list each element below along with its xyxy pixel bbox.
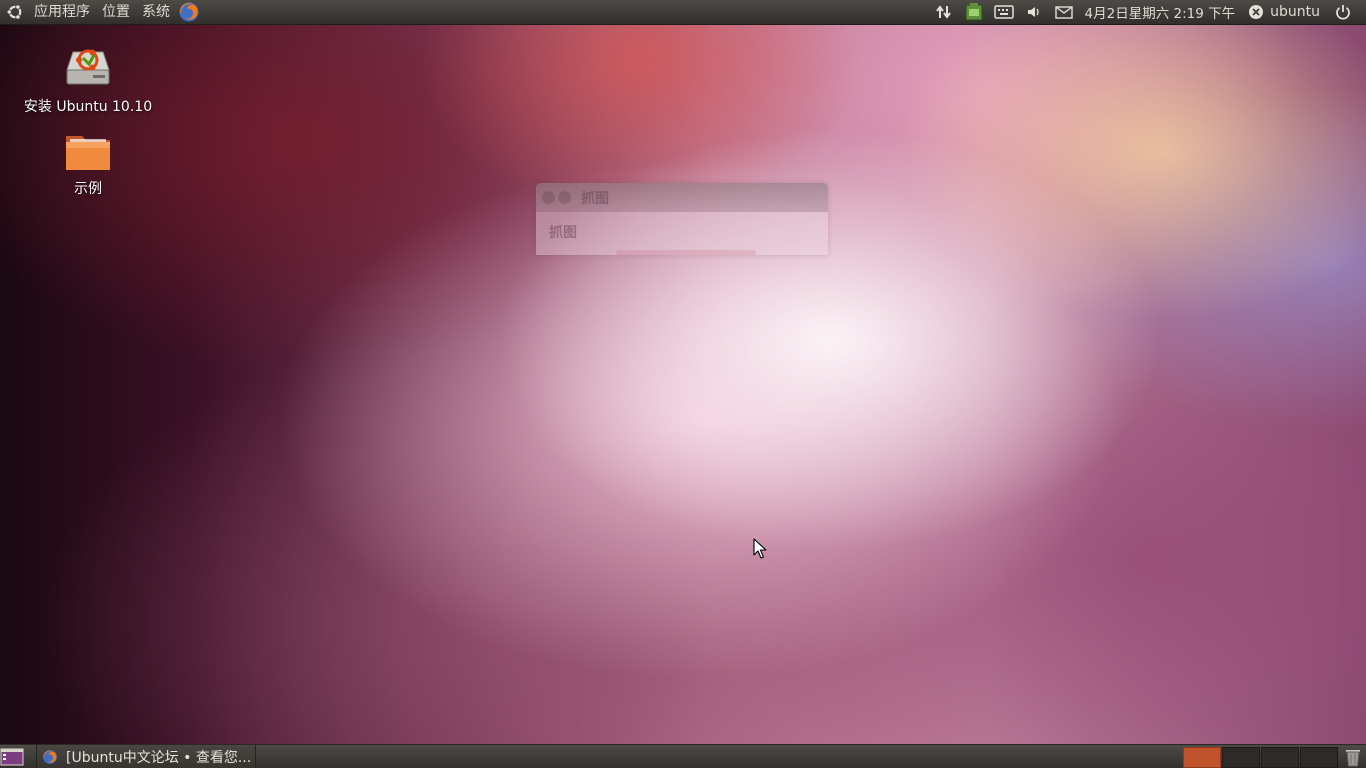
- desktop-icon-examples[interactable]: 示例: [18, 130, 158, 198]
- minimize-icon[interactable]: [558, 191, 571, 204]
- window-title: 抓图: [581, 190, 609, 207]
- workspace-switcher: [1183, 747, 1339, 768]
- desktop-background: 应用程序 位置 系统 4月2日星期六 2:19 下午 ubuntu 安装 Ubu…: [0, 0, 1366, 768]
- workspace-3[interactable]: [1261, 747, 1299, 768]
- desktop-icon-label: 安装 Ubuntu 10.10: [23, 99, 153, 115]
- faded-text-line: [616, 250, 756, 255]
- taskbar-item-label: [Ubuntu中文论坛 • 查看您...: [66, 750, 252, 766]
- desktop-icon-label: 示例: [74, 181, 102, 197]
- menu-system[interactable]: 系统: [136, 0, 176, 24]
- user-name[interactable]: ubuntu: [1267, 4, 1328, 20]
- trash-icon[interactable]: [1343, 747, 1363, 767]
- fading-window: 抓图 抓图: [536, 183, 828, 255]
- clock[interactable]: 4月2日星期六 2:19 下午: [1079, 2, 1242, 22]
- desktop-icon-install-ubuntu[interactable]: 安装 Ubuntu 10.10: [18, 44, 158, 116]
- menu-applications[interactable]: 应用程序: [28, 0, 96, 24]
- window-heading: 抓图: [549, 225, 577, 241]
- network-updown-icon[interactable]: [933, 1, 955, 23]
- user-status-icon[interactable]: [1245, 1, 1267, 23]
- folder-icon: [64, 130, 112, 176]
- top-panel-indicators: 4月2日星期六 2:19 下午 ubuntu: [929, 0, 1358, 24]
- volume-icon[interactable]: [1023, 1, 1045, 23]
- top-panel: 应用程序 位置 系统 4月2日星期六 2:19 下午 ubuntu: [0, 0, 1366, 25]
- top-panel-menus: 应用程序 位置 系统: [4, 0, 200, 24]
- window-titlebar: 抓图: [536, 183, 828, 212]
- show-desktop-icon[interactable]: [0, 747, 24, 767]
- close-icon[interactable]: [542, 191, 555, 204]
- firefox-icon: [42, 749, 58, 765]
- mouse-cursor-icon: [753, 538, 767, 564]
- workspace-4[interactable]: [1300, 747, 1338, 768]
- ubuntu-logo-icon[interactable]: [6, 3, 24, 21]
- menu-places[interactable]: 位置: [96, 0, 136, 24]
- workspace-1[interactable]: [1183, 747, 1221, 768]
- keyboard-icon[interactable]: [993, 1, 1015, 23]
- install-drive-icon: [63, 44, 113, 94]
- battery-icon[interactable]: [963, 1, 985, 23]
- firefox-icon[interactable]: [178, 1, 200, 23]
- taskbar-item-firefox[interactable]: [Ubuntu中文论坛 • 查看您...: [36, 745, 256, 768]
- mail-icon[interactable]: [1053, 1, 1075, 23]
- bottom-panel: [Ubuntu中文论坛 • 查看您...: [0, 744, 1366, 768]
- power-icon[interactable]: [1332, 1, 1354, 23]
- workspace-2[interactable]: [1222, 747, 1260, 768]
